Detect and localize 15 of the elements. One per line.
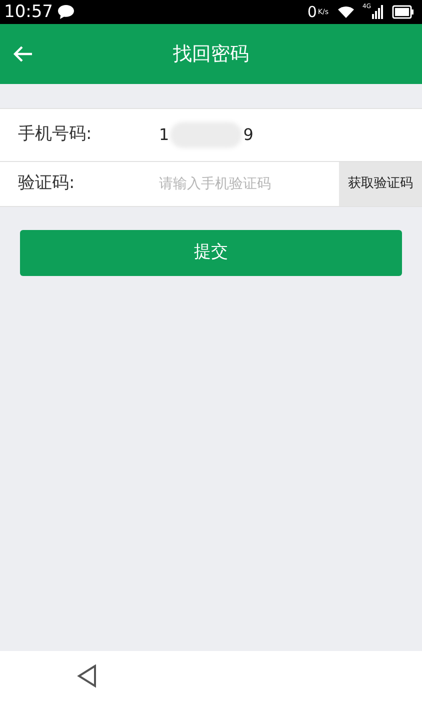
back-triangle-icon[interactable]: [77, 664, 97, 688]
code-input-field[interactable]: 请输入手机验证码: [159, 162, 339, 206]
get-code-button[interactable]: 获取验证码: [339, 162, 422, 206]
back-arrow-icon: [13, 45, 33, 63]
wifi-icon: [336, 5, 355, 19]
code-label: 验证码:: [18, 172, 75, 196]
page-title: 找回密码: [173, 42, 249, 67]
phone-label: 手机号码:: [18, 123, 93, 146]
phone-value-start: 1: [159, 124, 170, 146]
chat-bubble-icon: [57, 4, 75, 20]
phone-value-end: 9: [243, 124, 254, 146]
battery-icon: [392, 5, 414, 19]
signal-icon: [372, 5, 384, 19]
status-time: 10:57: [4, 4, 53, 20]
network-speed: 0: [307, 4, 317, 20]
